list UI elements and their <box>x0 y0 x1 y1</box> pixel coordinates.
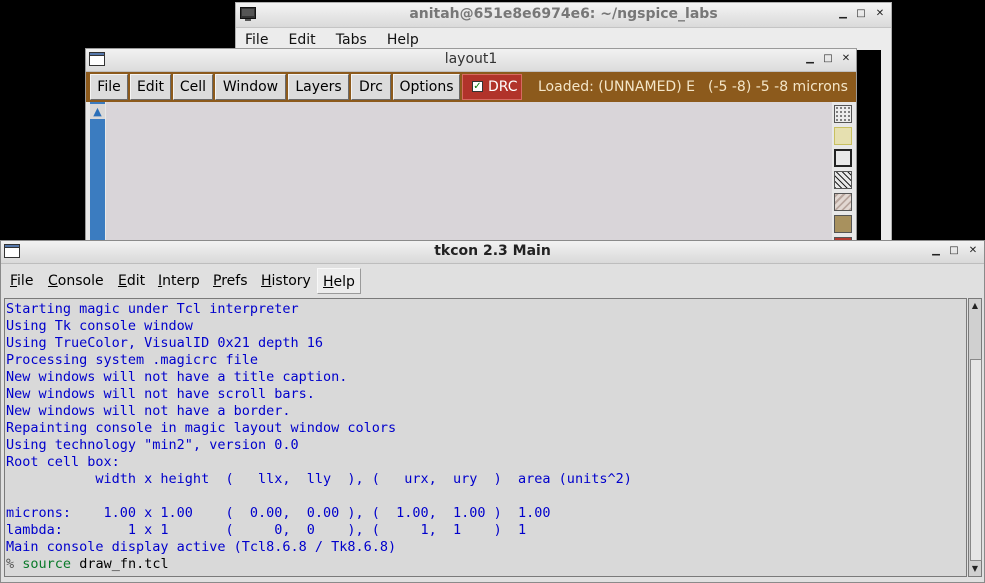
terminal-minimize-button[interactable]: ▁ <box>837 8 849 20</box>
console-input-line[interactable]: % source draw_fn.tcl <box>6 556 169 573</box>
scroll-down-arrow-icon[interactable]: ▼ <box>970 563 980 575</box>
layout-menu-options[interactable]: Options <box>393 74 460 100</box>
console-line: New windows will not have scroll bars. <box>6 386 315 402</box>
layout-title: layout1 <box>444 51 498 67</box>
console-line: microns: 1.00 x 1.00 ( 0.00, 0.00 ), ( 1… <box>6 505 551 521</box>
console-line: Using technology "min2", version 0.0 <box>6 437 299 453</box>
drc-checkbox[interactable]: ✓ <box>472 81 483 92</box>
console-command-argument: draw_fn.tcl <box>71 556 169 572</box>
tkcon-close-button[interactable]: ✕ <box>967 245 979 257</box>
tkcon-menubar: File Console Edit Interp Prefs History H… <box>1 265 984 297</box>
layer-swatch-brown-icon[interactable] <box>834 215 852 233</box>
layout-status-text: Loaded: (UNNAMED) E <box>538 79 695 95</box>
terminal-content-area[interactable] <box>857 50 881 240</box>
terminal-title: anitah@651e8e6974e6: ~/ngspice_labs <box>409 6 718 22</box>
console-vertical-scrollbar[interactable]: ▲ ▼ <box>968 298 982 577</box>
scroll-up-arrow-icon[interactable]: ▲ <box>90 104 105 119</box>
console-output[interactable]: Starting magic under Tcl interpreter Usi… <box>4 298 967 577</box>
layout-vertical-scrollbar[interactable] <box>90 102 105 249</box>
terminal-titlebar[interactable]: anitah@651e8e6974e6: ~/ngspice_labs ▁ □ … <box>236 3 891 28</box>
tkcon-menu-file[interactable]: File <box>10 268 33 294</box>
layer-swatch-outline-icon[interactable] <box>834 149 852 167</box>
layout-menu-edit[interactable]: Edit <box>130 74 171 100</box>
console-line: Root cell box: <box>6 454 120 470</box>
tkcon-menu-help[interactable]: Help <box>317 268 361 294</box>
drc-label: DRC <box>488 79 518 95</box>
layout-titlebar[interactable]: layout1 ▁ □ ✕ <box>86 49 856 72</box>
tkcon-menu-interp[interactable]: Interp <box>158 268 200 294</box>
terminal-maximize-button[interactable]: □ <box>855 8 867 20</box>
console-line: Using Tk console window <box>6 318 193 334</box>
console-line: lambda: 1 x 1 ( 0, 0 ), ( 1, 1 ) 1 <box>6 522 527 538</box>
layer-swatch-pink-icon[interactable] <box>834 193 852 211</box>
terminal-close-button[interactable]: ✕ <box>874 8 886 20</box>
drc-toggle-button[interactable]: ✓ DRC <box>462 74 522 100</box>
layout-maximize-button[interactable]: □ <box>822 53 834 65</box>
tkcon-window: tkcon 2.3 Main ▁ □ ✕ File Console Edit I… <box>0 240 985 583</box>
tkcon-titlebar[interactable]: tkcon 2.3 Main ▁ □ ✕ <box>1 241 984 264</box>
console-line: Repainting console in magic layout windo… <box>6 420 397 436</box>
layout-minimize-button[interactable]: ▁ <box>804 53 816 65</box>
cursor-coordinates: (-5 -8) -5 -8 microns <box>708 79 848 95</box>
layout-toolbar: File Edit Cell Window Layers Drc Options… <box>86 72 856 102</box>
layout-menu-drc[interactable]: Drc <box>351 74 391 100</box>
tkcon-menu-history[interactable]: History <box>261 268 311 294</box>
layout-menu-cell[interactable]: Cell <box>173 74 213 100</box>
tkcon-title: tkcon 2.3 Main <box>434 243 551 259</box>
layer-swatch-grid-icon[interactable] <box>834 105 852 123</box>
console-line: Main console display active (Tcl8.6.8 / … <box>6 539 397 555</box>
console-command-keyword: source <box>22 556 72 572</box>
console-line: New windows will not have a title captio… <box>6 369 348 385</box>
tkcon-menu-edit[interactable]: Edit <box>118 268 145 294</box>
console-line: Using TrueColor, VisualID 0x21 depth 16 <box>6 335 323 351</box>
console-line: Starting magic under Tcl interpreter <box>6 301 299 317</box>
layer-swatch-yellow-icon[interactable] <box>834 127 852 145</box>
tkcon-minimize-button[interactable]: ▁ <box>930 245 942 257</box>
scroll-up-arrow-icon[interactable]: ▲ <box>970 300 980 312</box>
scrollbar-thumb[interactable] <box>970 359 982 561</box>
layout-window: layout1 ▁ □ ✕ File Edit Cell Window Laye… <box>85 48 857 249</box>
console-line: Processing system .magicrc file <box>6 352 258 368</box>
layer-swatch-hatched-icon[interactable] <box>834 171 852 189</box>
layout-canvas[interactable] <box>106 102 832 249</box>
tkcon-menu-console[interactable]: Console <box>48 268 104 294</box>
layout-menu-window[interactable]: Window <box>215 74 286 100</box>
layout-menu-layers[interactable]: Layers <box>288 74 349 100</box>
layout-close-button[interactable]: ✕ <box>840 53 852 65</box>
console-prompt: % <box>6 556 15 572</box>
console-line: New windows will not have a border. <box>6 403 291 419</box>
layout-menu-file[interactable]: File <box>90 74 128 100</box>
console-line: width x height ( llx, lly ), ( urx, ury … <box>6 471 632 487</box>
tkcon-menu-prefs[interactable]: Prefs <box>213 268 248 294</box>
tkcon-maximize-button[interactable]: □ <box>948 245 960 257</box>
